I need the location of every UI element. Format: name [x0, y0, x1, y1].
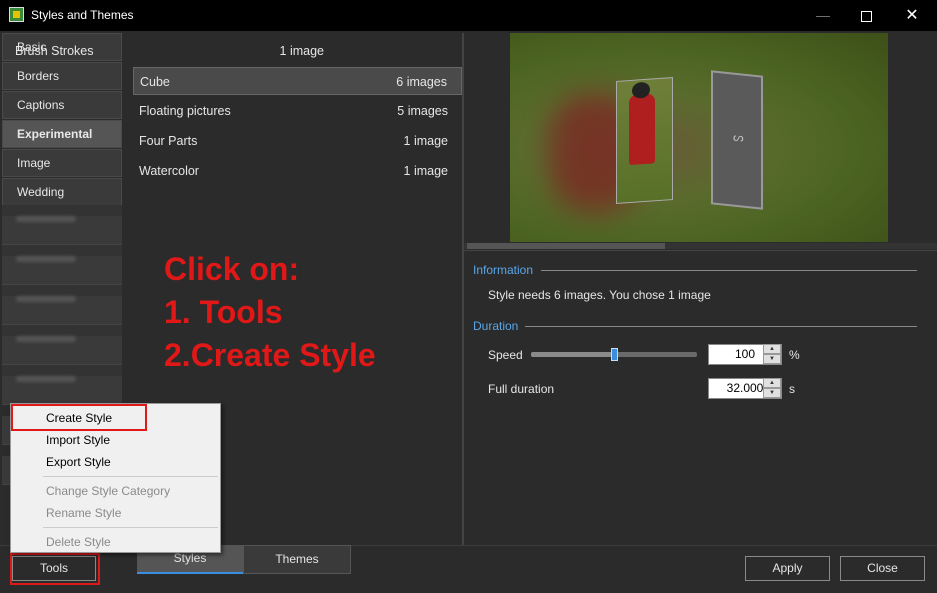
- down-arrow-icon[interactable]: ▼: [763, 388, 781, 398]
- tab-themes[interactable]: Themes: [243, 545, 351, 574]
- information-divider: [541, 270, 917, 271]
- menu-import-style[interactable]: Import Style: [46, 433, 110, 447]
- blurred-category-list: [2, 205, 122, 485]
- category-borders[interactable]: Borders: [2, 62, 122, 90]
- full-duration-unit: s: [789, 382, 795, 396]
- style-name: Watercolor: [139, 164, 199, 178]
- preview-scrollbar-thumb[interactable]: [467, 243, 665, 249]
- speed-label: Speed: [488, 348, 523, 362]
- speed-stepper[interactable]: ▲ ▼: [763, 344, 781, 365]
- cube-front-face: [616, 77, 673, 204]
- category-wedding[interactable]: Wedding: [2, 178, 122, 206]
- full-duration-stepper[interactable]: ▲ ▼: [763, 378, 781, 399]
- style-count: 1 image: [403, 134, 448, 148]
- up-arrow-icon[interactable]: ▲: [763, 378, 781, 388]
- window-title: Styles and Themes: [31, 8, 134, 22]
- annotation-line-1: Click on:: [164, 251, 300, 287]
- style-row-cube[interactable]: Cube 6 images: [133, 67, 462, 95]
- category-experimental[interactable]: Experimental: [2, 120, 122, 148]
- style-row-four-parts[interactable]: Four Parts 1 image: [133, 127, 462, 155]
- tools-highlight: [10, 553, 100, 585]
- style-count: 5 images: [397, 104, 448, 118]
- speed-slider-thumb[interactable]: [611, 348, 618, 361]
- speed-unit: %: [789, 348, 800, 362]
- close-window-button[interactable]: ✕: [889, 0, 935, 31]
- apply-button[interactable]: Apply: [745, 556, 830, 581]
- menu-delete-style[interactable]: Delete Style: [46, 535, 111, 549]
- style-name: Floating pictures: [139, 104, 231, 118]
- preview-image: [510, 33, 888, 242]
- menu-export-style[interactable]: Export Style: [46, 455, 111, 469]
- maximize-button[interactable]: [843, 0, 889, 31]
- title-bar: Styles and Themes — ✕: [0, 0, 937, 31]
- app-icon: [9, 7, 24, 22]
- category-image[interactable]: Image: [2, 149, 122, 177]
- minimize-button[interactable]: —: [800, 0, 846, 31]
- annotation-line-2: 1. Tools: [164, 294, 283, 330]
- up-arrow-icon[interactable]: ▲: [763, 344, 781, 354]
- speed-slider-fill: [531, 352, 614, 357]
- style-row-watercolor[interactable]: Watercolor 1 image: [133, 157, 462, 185]
- maximize-icon: [860, 10, 872, 22]
- close-button[interactable]: Close: [840, 556, 925, 581]
- style-name: Brush Strokes: [15, 44, 94, 58]
- cube-side-face: ᔕ: [711, 70, 763, 210]
- full-duration-label: Full duration: [488, 382, 555, 396]
- information-heading: Information: [473, 263, 534, 277]
- category-captions[interactable]: Captions: [2, 91, 122, 119]
- style-count: 1 image: [403, 164, 448, 178]
- menu-separator: [43, 476, 218, 477]
- duration-divider: [525, 326, 917, 327]
- menu-rename-style[interactable]: Rename Style: [46, 506, 121, 520]
- duration-heading: Duration: [473, 319, 519, 333]
- annotation-line-3: 2.Create Style: [164, 337, 376, 373]
- style-row-floating-pictures[interactable]: Floating pictures 5 images: [133, 97, 462, 125]
- menu-change-style-category[interactable]: Change Style Category: [46, 484, 170, 498]
- style-count: 1 image: [279, 44, 324, 58]
- information-text: Style needs 6 images. You chose 1 image: [488, 288, 711, 302]
- style-name: Four Parts: [139, 134, 198, 148]
- style-count: 6 images: [396, 75, 447, 89]
- style-name: Cube: [140, 75, 170, 89]
- style-row-brush-strokes[interactable]: Brush Strokes 1 image: [9, 37, 338, 65]
- down-arrow-icon[interactable]: ▼: [763, 354, 781, 364]
- create-style-highlight: [11, 404, 147, 431]
- menu-separator: [43, 527, 218, 528]
